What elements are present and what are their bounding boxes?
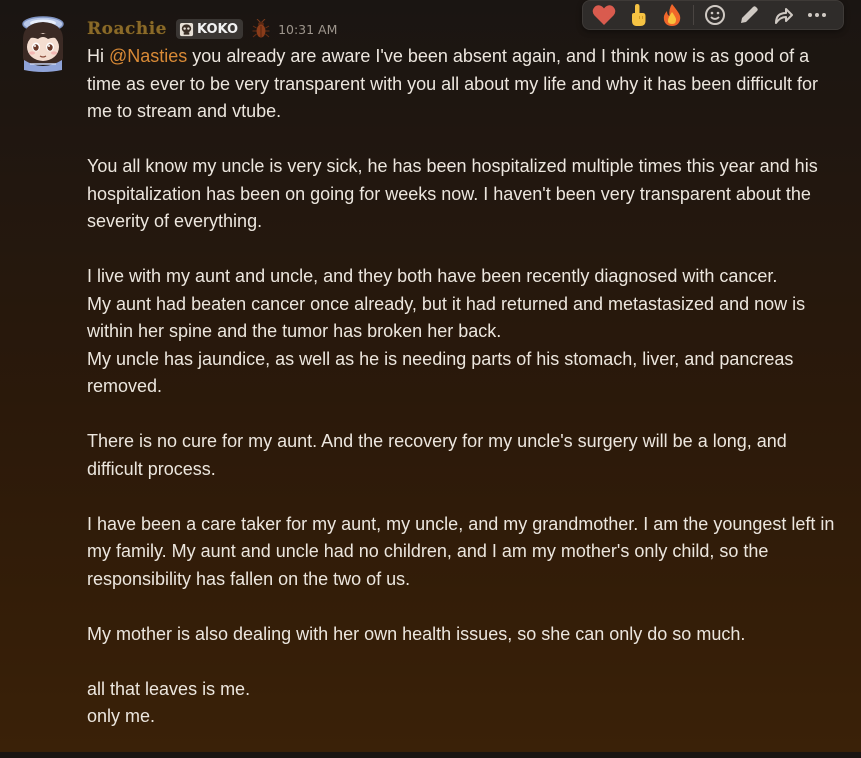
paragraph-line: I live with my aunt and uncle, and they … bbox=[87, 266, 778, 286]
paragraph-line: all that leaves is me. bbox=[87, 678, 251, 699]
pointing-up-icon bbox=[632, 4, 646, 26]
cockroach-icon bbox=[252, 19, 270, 38]
react-heart-button[interactable] bbox=[587, 1, 621, 29]
paragraph-line: only me. bbox=[87, 706, 156, 726]
message-paragraph: There is no cure for my aunt. And the re… bbox=[87, 431, 787, 479]
react-pointing-up-button[interactable] bbox=[621, 1, 655, 29]
message-paragraph: Hi @Nasties you already are aware I've b… bbox=[87, 43, 847, 126]
message-paragraph: My mother is also dealing with her own h… bbox=[87, 623, 746, 644]
edit-icon bbox=[741, 6, 758, 23]
paragraph-line: My uncle has jaundice, as well as he is … bbox=[87, 348, 794, 397]
toolbar-divider bbox=[693, 5, 694, 25]
message-paragraph: all that leaves is me. only me. bbox=[87, 676, 847, 731]
user-mention[interactable]: @Nasties bbox=[109, 46, 187, 66]
fire-icon bbox=[663, 4, 681, 26]
add-reaction-button[interactable] bbox=[698, 1, 732, 29]
message-header: Roachie KOKO 10:31 AM bbox=[87, 16, 337, 42]
message-paragraph: You all know my uncle is very sick, he h… bbox=[87, 156, 818, 231]
add-reaction-icon bbox=[705, 5, 725, 25]
timestamp[interactable]: 10:31 AM bbox=[278, 22, 337, 37]
avatar-image bbox=[22, 16, 64, 72]
paragraph-text: you already are aware I've been absent a… bbox=[87, 46, 819, 121]
guild-tag[interactable]: KOKO bbox=[175, 19, 244, 39]
message-toolbar bbox=[582, 0, 844, 30]
more-icon bbox=[808, 13, 826, 17]
message-paragraph: I live with my aunt and uncle, and they … bbox=[87, 263, 847, 401]
greeting: Hi bbox=[87, 46, 109, 66]
message-paragraph: I have been a care taker for my aunt, my… bbox=[87, 513, 835, 589]
chat-message: Roachie KOKO 10:31 AM Hi @Nasties you al… bbox=[0, 0, 861, 752]
heart-icon bbox=[592, 5, 616, 26]
guild-tag-label: KOKO bbox=[196, 21, 239, 37]
username[interactable]: Roachie bbox=[87, 19, 167, 39]
reply-icon bbox=[775, 8, 793, 24]
paragraph-line: My aunt had beaten cancer once already, … bbox=[87, 293, 806, 342]
message-content: Hi @Nasties you already are aware I've b… bbox=[87, 43, 847, 758]
react-fire-button[interactable] bbox=[655, 1, 689, 29]
reply-button[interactable] bbox=[766, 1, 800, 29]
edit-button[interactable] bbox=[732, 1, 766, 29]
avatar[interactable] bbox=[14, 14, 72, 74]
more-button[interactable] bbox=[800, 1, 834, 29]
skull-icon bbox=[179, 22, 194, 36]
